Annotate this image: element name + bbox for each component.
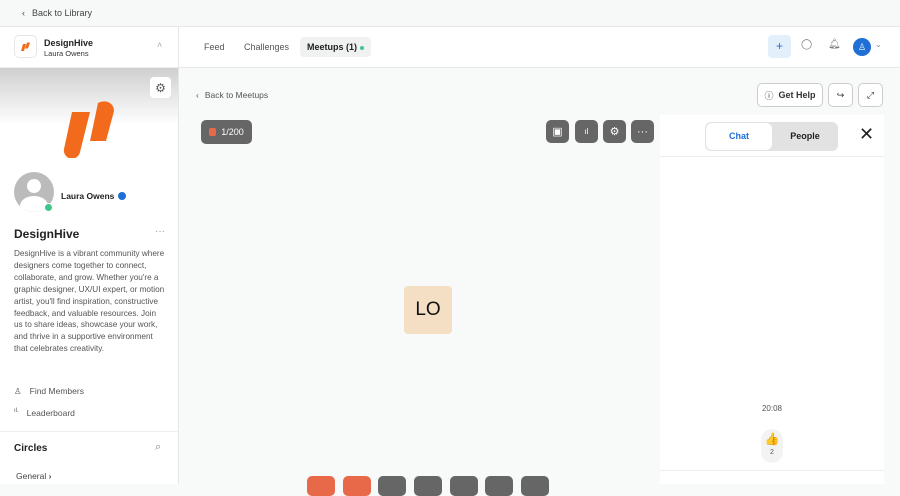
bar-chart-icon: ıl	[584, 127, 589, 136]
tab-chat[interactable]: Chat	[706, 123, 772, 150]
back-to-meetups-link[interactable]: ‹ Back to Meetups	[196, 90, 268, 100]
screen-share-button[interactable]	[378, 476, 406, 496]
settings-button[interactable]: ⚙	[603, 120, 626, 143]
chat-tabs: Chat People	[705, 122, 838, 151]
tab-people[interactable]: People	[772, 123, 838, 150]
close-icon[interactable]: ✕	[859, 124, 874, 145]
leaderboard-link[interactable]: ıl. Leaderboard	[14, 408, 75, 418]
bar-chart-icon: ıl.	[14, 408, 19, 414]
chat-toggle-button[interactable]	[485, 476, 513, 496]
chevron-up-icon: ˄	[157, 40, 163, 50]
attendee-count-badge: 1/200	[201, 120, 252, 144]
user-icon: ♙	[14, 386, 22, 396]
chevron-down-icon[interactable]: ⌄	[875, 40, 882, 49]
expand-icon: ⤢	[866, 89, 875, 100]
search-icon[interactable]: ⌕	[155, 441, 161, 454]
lock-icon	[209, 128, 217, 136]
community-description: DesignHive is a vibrant community where …	[14, 249, 165, 354]
online-status-dot	[44, 203, 53, 212]
community-banner: ⚙	[0, 68, 178, 163]
more-icon: ···	[637, 125, 648, 138]
header: Feed Challenges Meetups (1) + ◯ 🔔︎ ♙ ⌄	[179, 27, 900, 68]
info-icon: ⓘ	[764, 90, 774, 101]
community-title: DesignHive	[14, 227, 80, 241]
verified-badge-icon	[118, 192, 127, 200]
chat-panel: Chat People ✕ 20:08 👍 2	[660, 115, 884, 470]
screen-layout-button[interactable]: ▣	[546, 120, 569, 143]
sidebar: DesignHive Laura Owens ˄ ⚙ Laura Owens D…	[0, 27, 179, 484]
top-bar: ‹ Back to Library	[0, 0, 900, 27]
tab-challenges[interactable]: Challenges	[237, 37, 296, 57]
reaction-thumbs-up[interactable]: 👍 2	[761, 429, 783, 463]
mic-button[interactable]	[307, 476, 335, 496]
find-members-link[interactable]: ♙ Find Members	[14, 386, 84, 397]
status-dot	[359, 45, 364, 50]
settings-gear-icon[interactable]: ⚙	[150, 77, 171, 98]
fullscreen-button[interactable]: ⤢	[858, 83, 883, 107]
back-to-library-link[interactable]: ‹ Back to Library	[22, 8, 92, 18]
more-options-icon[interactable]: ···	[155, 226, 165, 237]
stats-button[interactable]: ıl	[575, 120, 598, 143]
tab-meetups[interactable]: Meetups (1)	[300, 37, 371, 57]
reactions-button[interactable]	[414, 476, 442, 496]
circle-item-general[interactable]: General ›	[16, 471, 51, 481]
user-avatar-icon[interactable]: ♙	[853, 38, 871, 56]
community-switcher[interactable]: DesignHive Laura Owens ˄	[0, 27, 178, 68]
chevron-left-icon: ‹	[196, 90, 199, 100]
chat-input[interactable]	[660, 470, 884, 484]
more-button[interactable]: ···	[631, 120, 654, 143]
get-help-button[interactable]: ⓘ Get Help	[757, 83, 823, 107]
gear-icon: ⚙	[609, 126, 620, 138]
community-logo	[14, 35, 37, 58]
share-button[interactable]: ↪	[828, 83, 853, 107]
raise-hand-button[interactable]	[450, 476, 478, 496]
participant-tile: LO	[404, 286, 452, 334]
share-icon: ↪	[836, 89, 845, 100]
bell-icon[interactable]: 🔔︎	[828, 39, 841, 50]
camera-button[interactable]	[343, 476, 371, 496]
tab-feed[interactable]: Feed	[197, 37, 232, 57]
picture-in-picture-icon: ▣	[552, 126, 563, 138]
message-time: 20:08	[761, 404, 783, 413]
chevron-left-icon: ‹	[22, 8, 25, 18]
add-button[interactable]: +	[768, 35, 791, 58]
leave-button[interactable]	[521, 476, 549, 496]
chat-bubble-icon[interactable]: ◯	[801, 39, 812, 50]
